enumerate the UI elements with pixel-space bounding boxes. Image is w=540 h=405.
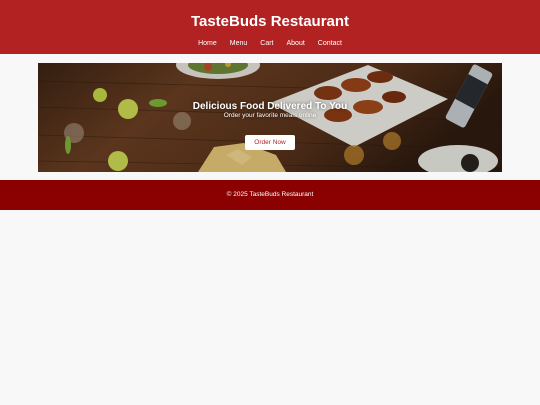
site-header: TasteBuds Restaurant Home Menu Cart Abou… — [0, 0, 540, 54]
site-footer: © 2025 TasteBuds Restaurant — [0, 180, 540, 210]
nav-link-contact[interactable]: Contact — [318, 38, 342, 50]
order-now-button[interactable]: Order Now — [245, 135, 295, 150]
nav-link-cart[interactable]: Cart — [260, 38, 273, 50]
hero-subtitle: Order your favorite meals online — [223, 112, 317, 119]
nav-link-menu[interactable]: Menu — [230, 38, 248, 50]
nav-link-home[interactable]: Home — [198, 38, 217, 50]
footer-copyright: © 2025 TasteBuds Restaurant — [226, 191, 314, 198]
hero-banner: Delicious Food Delivered To You Order yo… — [38, 63, 502, 172]
site-title: TasteBuds Restaurant — [190, 13, 350, 30]
nav-link-about[interactable]: About — [287, 38, 305, 50]
main-nav: Home Menu Cart About Contact — [0, 38, 540, 50]
